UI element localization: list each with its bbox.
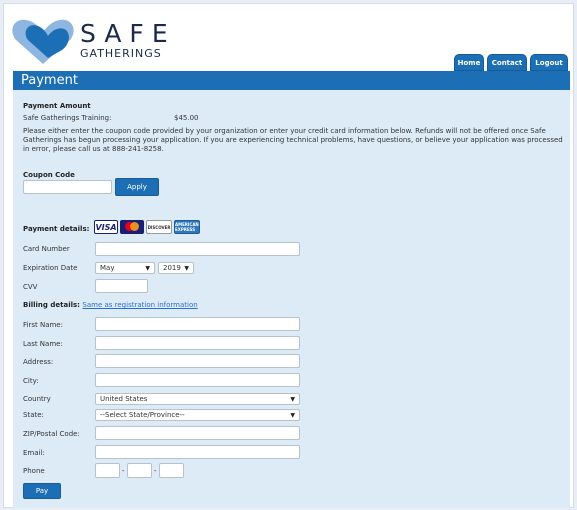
payment-details-heading: Payment details: xyxy=(23,225,90,233)
chevron-down-icon: ▼ xyxy=(184,264,189,272)
state-label: State: xyxy=(23,411,44,419)
chevron-down-icon: ▼ xyxy=(290,395,295,403)
payment-instructions: Please either enter the coupon code prov… xyxy=(23,127,563,153)
zip-label: ZIP/Postal Code: xyxy=(23,430,80,438)
same-as-registration-link[interactable]: Same as registration information xyxy=(82,301,197,309)
address-input[interactable] xyxy=(95,354,300,368)
city-input[interactable] xyxy=(95,373,300,387)
brand-title: SAFE xyxy=(80,19,176,48)
card-number-label: Card Number xyxy=(23,245,70,253)
discover-icon: DISCOVER xyxy=(146,220,172,234)
email-label: Email: xyxy=(23,449,45,457)
billing-heading-text: Billing details: xyxy=(23,301,80,309)
apply-coupon-button[interactable]: Apply xyxy=(115,178,159,196)
coupon-code-input[interactable] xyxy=(23,180,112,194)
expiration-year-select[interactable]: 2019 ▼ xyxy=(158,262,194,274)
state-select[interactable]: --Select State/Province-- ▼ xyxy=(95,409,300,421)
amex-icon: AMERICAN EXPRESS xyxy=(174,220,200,234)
accepted-cards: VISA DISCOVER AMERICAN EXPRESS xyxy=(94,220,200,234)
address-label: Address: xyxy=(23,358,54,366)
country-select[interactable]: United States ▼ xyxy=(95,393,300,405)
safe-gatherings-logo-icon xyxy=(12,19,74,64)
country-label: Country xyxy=(23,395,51,403)
payment-panel: Payment Amount Safe Gatherings Training:… xyxy=(13,90,570,508)
phone-separator: - xyxy=(154,467,157,475)
last-name-label: Last Name: xyxy=(23,340,63,348)
tab-contact[interactable]: Contact xyxy=(487,54,527,71)
cvv-input[interactable] xyxy=(95,279,148,293)
tab-logout[interactable]: Logout xyxy=(530,54,568,71)
card-number-input[interactable] xyxy=(95,242,300,256)
top-nav: Home Contact Logout xyxy=(454,54,568,71)
phone-prefix-input[interactable] xyxy=(127,463,152,478)
city-label: City: xyxy=(23,377,39,385)
brand-subtitle: GATHERINGS xyxy=(80,47,162,60)
page-frame: SAFE GATHERINGS Home Contact Logout Paym… xyxy=(3,3,574,508)
phone-label: Phone xyxy=(23,467,45,475)
training-label: Safe Gatherings Training: xyxy=(23,114,112,122)
payment-amount-heading: Payment Amount xyxy=(23,102,91,110)
chevron-down-icon: ▼ xyxy=(145,264,150,272)
billing-details-heading: Billing details: Same as registration in… xyxy=(23,301,198,309)
expiration-year-value: 2019 xyxy=(163,264,181,272)
chevron-down-icon: ▼ xyxy=(290,411,295,419)
training-price: $45.00 xyxy=(174,114,199,122)
state-value: --Select State/Province-- xyxy=(100,411,185,419)
pay-button[interactable]: Pay xyxy=(23,483,61,499)
phone-separator: - xyxy=(122,467,125,475)
mastercard-icon xyxy=(120,220,144,234)
coupon-label: Coupon Code xyxy=(23,171,75,179)
first-name-input[interactable] xyxy=(95,317,300,331)
page-title: Payment xyxy=(13,71,570,90)
country-value: United States xyxy=(100,395,148,403)
expiration-month-select[interactable]: May ▼ xyxy=(95,262,155,274)
expiration-label: Expiration Date xyxy=(23,264,78,272)
phone-line-input[interactable] xyxy=(159,463,184,478)
email-input[interactable] xyxy=(95,445,300,459)
phone-area-input[interactable] xyxy=(95,463,120,478)
zip-input[interactable] xyxy=(95,426,300,440)
visa-icon: VISA xyxy=(94,220,118,234)
tab-home[interactable]: Home xyxy=(454,54,484,71)
last-name-input[interactable] xyxy=(95,336,300,350)
first-name-label: First Name: xyxy=(23,321,63,329)
expiration-month-value: May xyxy=(100,264,115,272)
cvv-label: CVV xyxy=(23,283,38,291)
